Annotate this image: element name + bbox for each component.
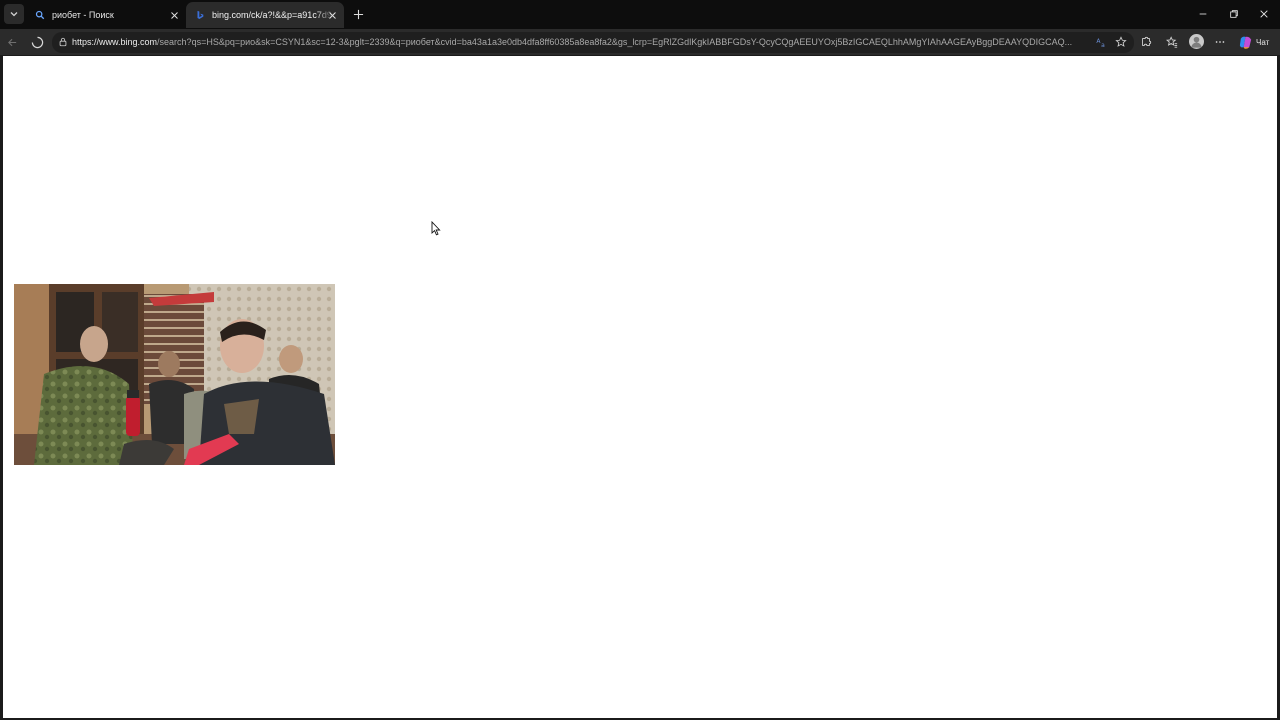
tab-title: bing.com/ck/a?!&&p=a91c7d9cc3 [212,10,334,20]
tab-title: риобет - Поиск [52,10,114,20]
site-info-icon[interactable] [57,36,69,48]
page-viewport [3,56,1277,718]
favorites-icon[interactable] [1164,34,1180,50]
copilot-chat-button[interactable]: Чат [1238,34,1278,50]
address-bar[interactable]: https://www.bing.com/search?qs=HS&pq=рио… [52,32,1134,53]
back-arrow-icon [7,38,16,46]
star-icon[interactable] [1114,35,1128,49]
page-photo[interactable] [14,284,335,465]
restore-icon [1230,10,1238,18]
address-toolbar: https://www.bing.com/search?qs=HS&pq=рио… [0,29,1280,55]
stop-loading-button[interactable] [28,33,46,51]
plus-icon [353,9,363,19]
minimize-button[interactable] [1193,4,1213,24]
loading-stop-icon [31,36,43,48]
back-button[interactable] [3,33,21,51]
close-icon [1260,10,1268,18]
restore-button[interactable] [1224,4,1244,24]
bing-icon [194,9,206,21]
extensions-icon[interactable] [1138,34,1154,50]
chevron-down-icon [10,12,18,17]
tab-actions-menu-button[interactable] [4,4,24,24]
svg-text:a: a [1101,42,1105,48]
tab-strip: риобет - Поиск bing.com/ck/a?!&&p=a91c7d… [0,0,1280,29]
search-icon [34,9,46,21]
close-tab-icon[interactable] [168,9,180,21]
tab-search[interactable]: риобет - Поиск [26,2,186,28]
browser-window: риобет - Поиск bing.com/ck/a?!&&p=a91c7d… [0,0,1280,720]
photo-image [14,284,335,465]
close-window-button[interactable] [1254,4,1274,24]
translate-icon[interactable]: Aa [1095,35,1109,49]
url-text[interactable]: https://www.bing.com/search?qs=HS&pq=рио… [72,36,1088,49]
copilot-label: Чат [1256,37,1270,47]
profile-icon[interactable] [1189,34,1204,49]
new-tab-button[interactable] [350,6,366,22]
tab-bing-redirect[interactable]: bing.com/ck/a?!&&p=a91c7d9cc3 [186,2,344,28]
more-icon[interactable] [1212,34,1228,50]
mouse-cursor-icon [431,221,441,236]
copilot-icon [1239,36,1252,49]
url-path: /search?qs=HS&pq=рио&sk=CSYN1&sc=12-3&pg… [157,37,1073,47]
url-domain: https://www.bing.com [72,37,158,47]
minimize-icon [1199,13,1207,15]
close-tab-icon[interactable] [326,9,338,21]
